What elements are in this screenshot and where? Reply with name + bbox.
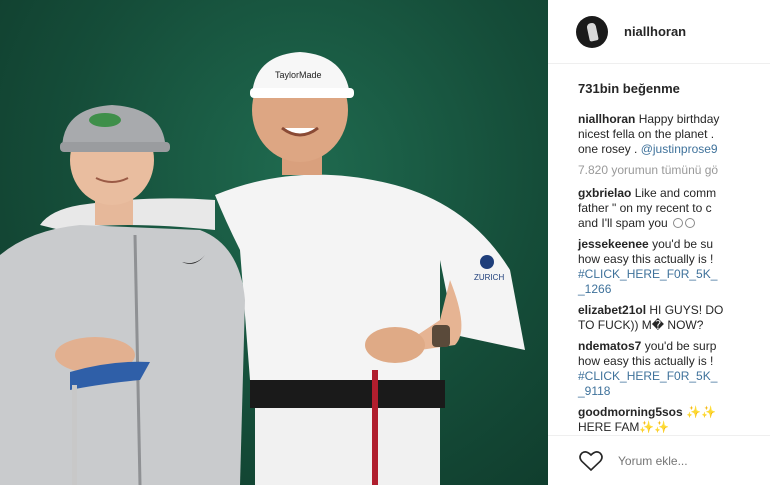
- comment-username[interactable]: jessekeenee: [578, 237, 649, 251]
- comment-item: ndematos7 you'd be surp how easy this ac…: [578, 339, 770, 399]
- comment-text: ✨✨: [686, 405, 716, 419]
- header-username[interactable]: niallhoran: [624, 24, 686, 39]
- comment-username[interactable]: goodmorning5sos: [578, 405, 683, 419]
- comment-item: gxbrielao Like and comm father " on my r…: [578, 186, 770, 231]
- comment-text: you'd be surp: [644, 339, 717, 353]
- caption-username[interactable]: niallhoran: [578, 112, 635, 126]
- comment-text: how easy this actually is !: [578, 354, 714, 368]
- smile-emoji-icon: [673, 218, 684, 228]
- caption-line: one rosey .: [578, 142, 641, 156]
- caption-line: Happy birthday: [638, 112, 720, 126]
- likes-count[interactable]: 731bin beğenme: [578, 81, 680, 96]
- add-comment-input[interactable]: [618, 453, 758, 468]
- post-photo[interactable]: TaylorMade ZURICH: [0, 0, 548, 485]
- profile-avatar[interactable]: [576, 15, 608, 48]
- comment-bar: [548, 435, 770, 485]
- hashtag-link[interactable]: _1266: [578, 282, 770, 297]
- mention-link[interactable]: @justinprose9: [641, 142, 718, 156]
- hashtag-link[interactable]: _9118: [578, 384, 770, 399]
- golfer-left: [0, 105, 245, 485]
- comment-username[interactable]: elizabet21ol: [578, 303, 646, 317]
- caption-line: nicest fella on the planet .: [578, 127, 715, 141]
- comment-text: and I'll spam you: [578, 216, 668, 230]
- comment-text: HI GUYS! DO: [649, 303, 724, 317]
- comment-text: Like and comm: [634, 186, 717, 200]
- comment-username[interactable]: gxbrielao: [578, 186, 631, 200]
- hashtag-link[interactable]: #CLICK_HERE_F0R_5K_: [578, 267, 770, 282]
- hashtag-link[interactable]: #CLICK_HERE_F0R_5K_: [578, 369, 770, 384]
- comments-list: niallhoran Happy birthday nicest fella o…: [578, 112, 770, 441]
- comment-text: you'd be su: [652, 237, 714, 251]
- comment-username[interactable]: ndematos7: [578, 339, 641, 353]
- caption: niallhoran Happy birthday nicest fella o…: [578, 112, 770, 157]
- view-all-comments-link[interactable]: 7.820 yorumun tümünü gö: [578, 163, 770, 178]
- comment-text: HERE FAM✨✨: [578, 420, 670, 434]
- svg-text:ZURICH: ZURICH: [474, 273, 504, 282]
- comment-item: elizabet21ol HI GUYS! DO TO FUCK)) M� NO…: [578, 303, 770, 333]
- comment-item: jessekeenee you'd be su how easy this ac…: [578, 237, 770, 297]
- comment-item: goodmorning5sos ✨✨ HERE FAM✨✨: [578, 405, 770, 435]
- post-header: niallhoran: [548, 0, 770, 64]
- comment-text: father " on my recent to c: [578, 201, 712, 215]
- heart-icon[interactable]: [578, 450, 604, 472]
- photo-illustration: TaylorMade ZURICH: [0, 52, 525, 485]
- comment-text: how easy this actually is !: [578, 252, 714, 266]
- smile-emoji-icon: [685, 218, 696, 228]
- post-details-panel: niallhoran 731bin beğenme niallhoran Hap…: [548, 0, 770, 485]
- comment-text: TO FUCK)) M� NOW?: [578, 318, 704, 332]
- svg-text:TaylorMade: TaylorMade: [275, 70, 322, 80]
